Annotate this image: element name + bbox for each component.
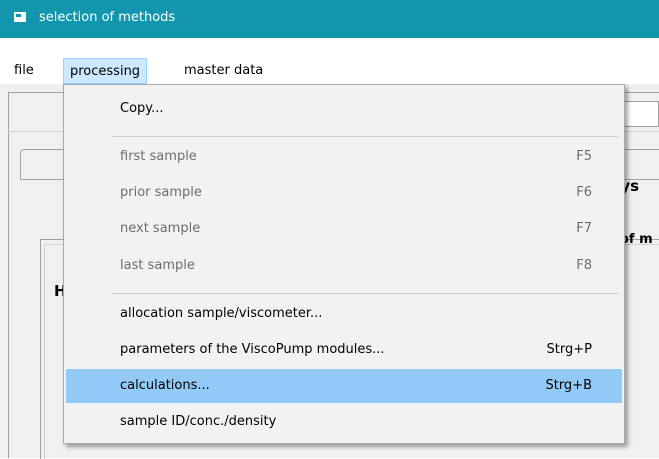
processing-dropdown-menu: Copy... first sample F5 prior sample F6 … xyxy=(63,84,625,444)
menu-separator xyxy=(112,136,618,137)
menu-item-shortcut: F8 xyxy=(576,258,592,273)
app-window-icon xyxy=(14,12,26,22)
menu-bar: file processing master data xyxy=(0,58,659,84)
window-title: selection of methods xyxy=(39,10,176,25)
menu-item-allocation-sample-viscometer[interactable]: allocation sample/viscometer... xyxy=(66,297,622,331)
menu-item-prior-sample: prior sample F6 xyxy=(66,176,622,210)
menu-file[interactable]: file xyxy=(8,58,40,84)
menu-item-label: allocation sample/viscometer... xyxy=(120,306,323,321)
menu-item-shortcut: Strg+B xyxy=(545,378,592,393)
menu-master-data[interactable]: master data xyxy=(178,58,269,84)
menu-item-copy[interactable]: Copy... xyxy=(66,92,622,126)
menu-item-first-sample: first sample F5 xyxy=(66,140,622,174)
menu-item-next-sample: next sample F7 xyxy=(66,212,622,246)
client-border xyxy=(8,92,9,458)
menu-item-label: Copy... xyxy=(120,101,164,116)
menu-item-label: first sample xyxy=(120,149,197,164)
menu-item-label: sample ID/conc./density xyxy=(120,414,277,429)
menu-item-label: parameters of the ViscoPump modules... xyxy=(120,342,385,357)
menu-processing[interactable]: processing xyxy=(63,58,148,84)
menu-item-label: next sample xyxy=(120,221,201,236)
menu-item-last-sample: last sample F8 xyxy=(66,249,622,283)
menu-item-label: calculations... xyxy=(120,378,210,393)
menu-item-shortcut: Strg+P xyxy=(546,342,592,357)
menu-item-sample-id-conc-density[interactable]: sample ID/conc./density xyxy=(66,405,622,439)
menu-item-calculations[interactable]: calculations... Strg+B xyxy=(66,369,622,403)
menu-separator xyxy=(112,293,618,294)
menu-item-label: last sample xyxy=(120,258,195,273)
menu-item-label: prior sample xyxy=(120,185,202,200)
menu-item-shortcut: F6 xyxy=(576,185,592,200)
menu-item-shortcut: F5 xyxy=(576,149,592,164)
title-bar: selection of methods xyxy=(0,0,659,38)
menu-item-shortcut: F7 xyxy=(576,221,592,236)
menu-item-viscopump-parameters[interactable]: parameters of the ViscoPump modules... S… xyxy=(66,333,622,367)
